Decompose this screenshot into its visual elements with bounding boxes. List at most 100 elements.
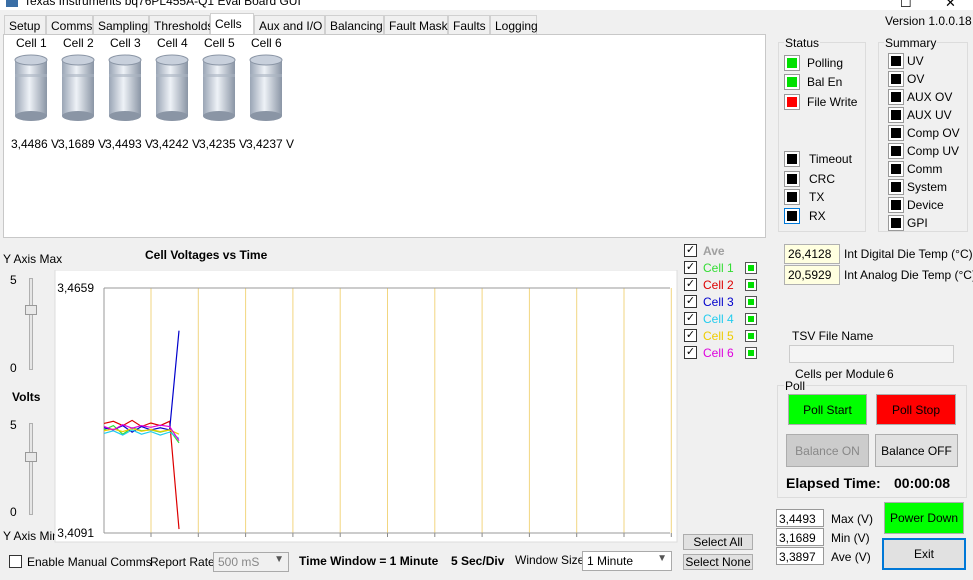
legend-checkbox[interactable]: ✓	[684, 278, 697, 291]
summary-label: OV	[907, 72, 925, 86]
status-led-file-write	[784, 94, 800, 110]
title-bar: Texas Instruments bq76PL455A-Q1 Eval Boa…	[0, 0, 973, 10]
summary-label: Comp OV	[907, 126, 960, 140]
elapsed-time-label: Elapsed Time:	[786, 475, 881, 491]
tab-faults[interactable]: Faults	[448, 15, 490, 35]
cell-label: Cell 1	[16, 36, 47, 50]
balance-on-button[interactable]: Balance ON	[786, 434, 869, 467]
summary-led-aux-uv	[888, 107, 904, 123]
cell-voltage: 3,4242 V	[152, 137, 201, 151]
app-icon	[6, 0, 18, 7]
cell-voltage: 3,4237 V	[246, 137, 295, 151]
led-indicator	[787, 174, 797, 184]
summary-label: Device	[907, 198, 944, 212]
select-all-button[interactable]: Select All	[683, 534, 753, 550]
led-indicator	[891, 182, 901, 192]
tab-aux-and-i-o[interactable]: Aux and I/O	[254, 15, 325, 35]
status-led-polling	[784, 55, 800, 71]
analog-temp-label: Int Analog Die Temp (°C)	[844, 268, 973, 282]
led-indicator	[787, 97, 797, 107]
cells-per-module-value: 6	[887, 367, 894, 381]
chart-title: Cell Voltages vs Time	[145, 248, 268, 262]
summary-led-ov	[888, 71, 904, 87]
legend-label: Cell 1	[703, 261, 734, 275]
status-led-timeout	[784, 151, 800, 167]
manual-comms-checkbox[interactable]	[9, 555, 22, 568]
summary-label: Comp UV	[907, 144, 960, 158]
summary-led-aux-ov	[888, 89, 904, 105]
legend-checkbox[interactable]: ✓	[684, 295, 697, 308]
legend-checkbox[interactable]: ✓	[684, 261, 697, 274]
power-down-button[interactable]: Power Down	[884, 502, 964, 534]
ave-voltage-label: Ave (V)	[831, 550, 871, 564]
summary-label: Comm	[907, 162, 943, 176]
tab-setup[interactable]: Setup	[4, 15, 46, 35]
voltage-chart: 3,4659 3,4091	[54, 270, 678, 543]
legend-indicator	[745, 296, 757, 308]
indicator-dot	[748, 282, 754, 288]
tab-comms[interactable]: Comms	[46, 15, 93, 35]
report-rate-select[interactable]: 500 mS ▼	[213, 552, 289, 572]
y-axis-min-slider[interactable]	[25, 452, 37, 462]
poll-start-button[interactable]: Poll Start	[788, 394, 867, 425]
maximize-icon[interactable]: ☐	[900, 0, 912, 10]
legend-checkbox[interactable]: ✓	[684, 244, 697, 257]
led-indicator	[787, 58, 797, 68]
legend-checkbox[interactable]: ✓	[684, 312, 697, 325]
tab-balancing[interactable]: Balancing	[325, 15, 384, 35]
summary-title: Summary	[884, 36, 938, 50]
indicator-dot	[748, 265, 754, 271]
y-axis-min-track	[29, 423, 33, 515]
poll-stop-button[interactable]: Poll Stop	[876, 394, 956, 425]
led-indicator	[891, 92, 901, 102]
tab-fault-mask[interactable]: Fault Mask	[384, 15, 448, 35]
report-rate-label: Report Rate	[150, 555, 215, 569]
battery-cell-icon	[249, 54, 283, 122]
battery-cell-icon	[108, 54, 142, 122]
legend-indicator	[745, 313, 757, 325]
window-size-select[interactable]: 1 Minute ▼	[582, 551, 672, 571]
status-label: Timeout	[809, 152, 852, 166]
cell-voltage: 3,4493 V	[105, 137, 154, 151]
time-window-label: Time Window = 1 Minute	[299, 554, 439, 568]
summary-label: System	[907, 180, 948, 194]
version-label: Version 1.0.0.18	[885, 14, 972, 28]
legend-label: Cell 4	[703, 312, 734, 326]
tsv-file-input[interactable]	[789, 345, 954, 363]
summary-led-comp-ov	[888, 125, 904, 141]
close-icon[interactable]: ✕	[945, 0, 956, 10]
y-axis-max-label: Y Axis Max	[3, 252, 63, 266]
indicator-dot	[748, 299, 754, 305]
indicator-dot	[748, 350, 754, 356]
led-indicator	[787, 192, 797, 202]
sec-div-label: 5 Sec/Div	[451, 554, 505, 568]
y-axis-max-slider[interactable]	[25, 305, 37, 315]
max-voltage-value: 3,4493	[776, 509, 824, 527]
battery-cell-icon	[61, 54, 95, 122]
cell-label: Cell 5	[204, 36, 235, 50]
cell-voltage: 3,4235 V	[199, 137, 248, 151]
ymax-tick-5: 5	[10, 273, 17, 287]
exit-button[interactable]: Exit	[882, 538, 966, 570]
window-size-label: Window Size	[515, 553, 585, 567]
balance-off-button[interactable]: Balance OFF	[875, 434, 958, 467]
legend-checkbox[interactable]: ✓	[684, 329, 697, 342]
tab-cells[interactable]: Cells	[210, 13, 254, 35]
report-rate-value: 500 mS	[218, 555, 260, 569]
y-tick-max: 3,4659	[57, 281, 94, 295]
tab-thresholds[interactable]: Thresholds	[149, 15, 213, 35]
tab-logging[interactable]: Logging	[490, 15, 538, 35]
chevron-down-icon: ▼	[274, 554, 284, 565]
tab-sampling[interactable]: Sampling	[93, 15, 149, 35]
summary-label: UV	[907, 54, 924, 68]
volts-label: Volts	[12, 390, 41, 404]
window-size-value: 1 Minute	[587, 554, 634, 568]
legend-label: Cell 5	[703, 329, 734, 343]
status-led-rx	[784, 208, 800, 224]
legend-checkbox[interactable]: ✓	[684, 346, 697, 359]
select-none-button[interactable]: Select None	[683, 554, 753, 570]
summary-led-device	[888, 197, 904, 213]
led-indicator	[891, 218, 901, 228]
led-indicator	[891, 110, 901, 120]
status-title: Status	[784, 36, 821, 50]
